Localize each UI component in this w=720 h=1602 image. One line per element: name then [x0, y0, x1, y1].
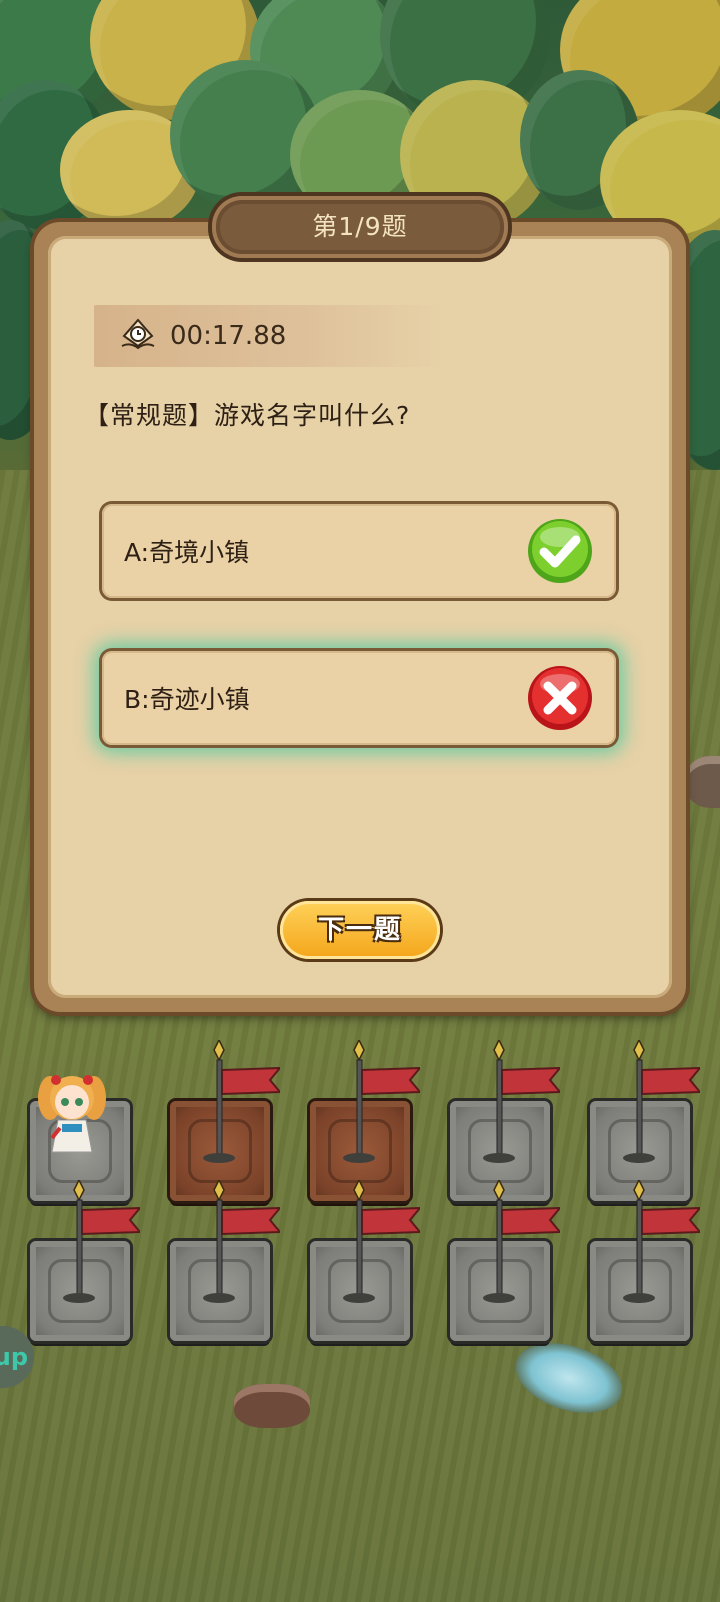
- flag-icon: [483, 1040, 560, 1163]
- timer-value: 00:17.88: [170, 321, 287, 351]
- flag-icon: [63, 1180, 140, 1303]
- flag-icon: [203, 1040, 280, 1163]
- flag-icon: [343, 1180, 420, 1303]
- cross-icon: [528, 666, 592, 730]
- flag-icon: [623, 1040, 700, 1163]
- check-icon: [528, 519, 592, 583]
- option-a[interactable]: A:奇境小镇: [102, 504, 616, 598]
- flag-icon: [623, 1180, 700, 1303]
- clock-icon: [121, 318, 155, 350]
- tree-stump: [686, 756, 720, 808]
- next-question-button[interactable]: 下一题: [280, 901, 440, 959]
- option-a-label: A:奇境小镇: [124, 538, 250, 567]
- flag-icon: [343, 1040, 420, 1163]
- question-counter: 第1/9题: [212, 196, 508, 258]
- timer-bar: 00:17.88: [94, 305, 444, 367]
- option-b-label: B:奇迹小镇: [124, 685, 250, 714]
- player-character[interactable]: [32, 1068, 112, 1164]
- flag-icon: [483, 1180, 560, 1303]
- question-text: 【常规题】游戏名字叫什么?: [84, 401, 411, 430]
- option-b[interactable]: B:奇迹小镇: [102, 651, 616, 745]
- tree-stump: [234, 1384, 310, 1428]
- flag-icon: [203, 1180, 280, 1303]
